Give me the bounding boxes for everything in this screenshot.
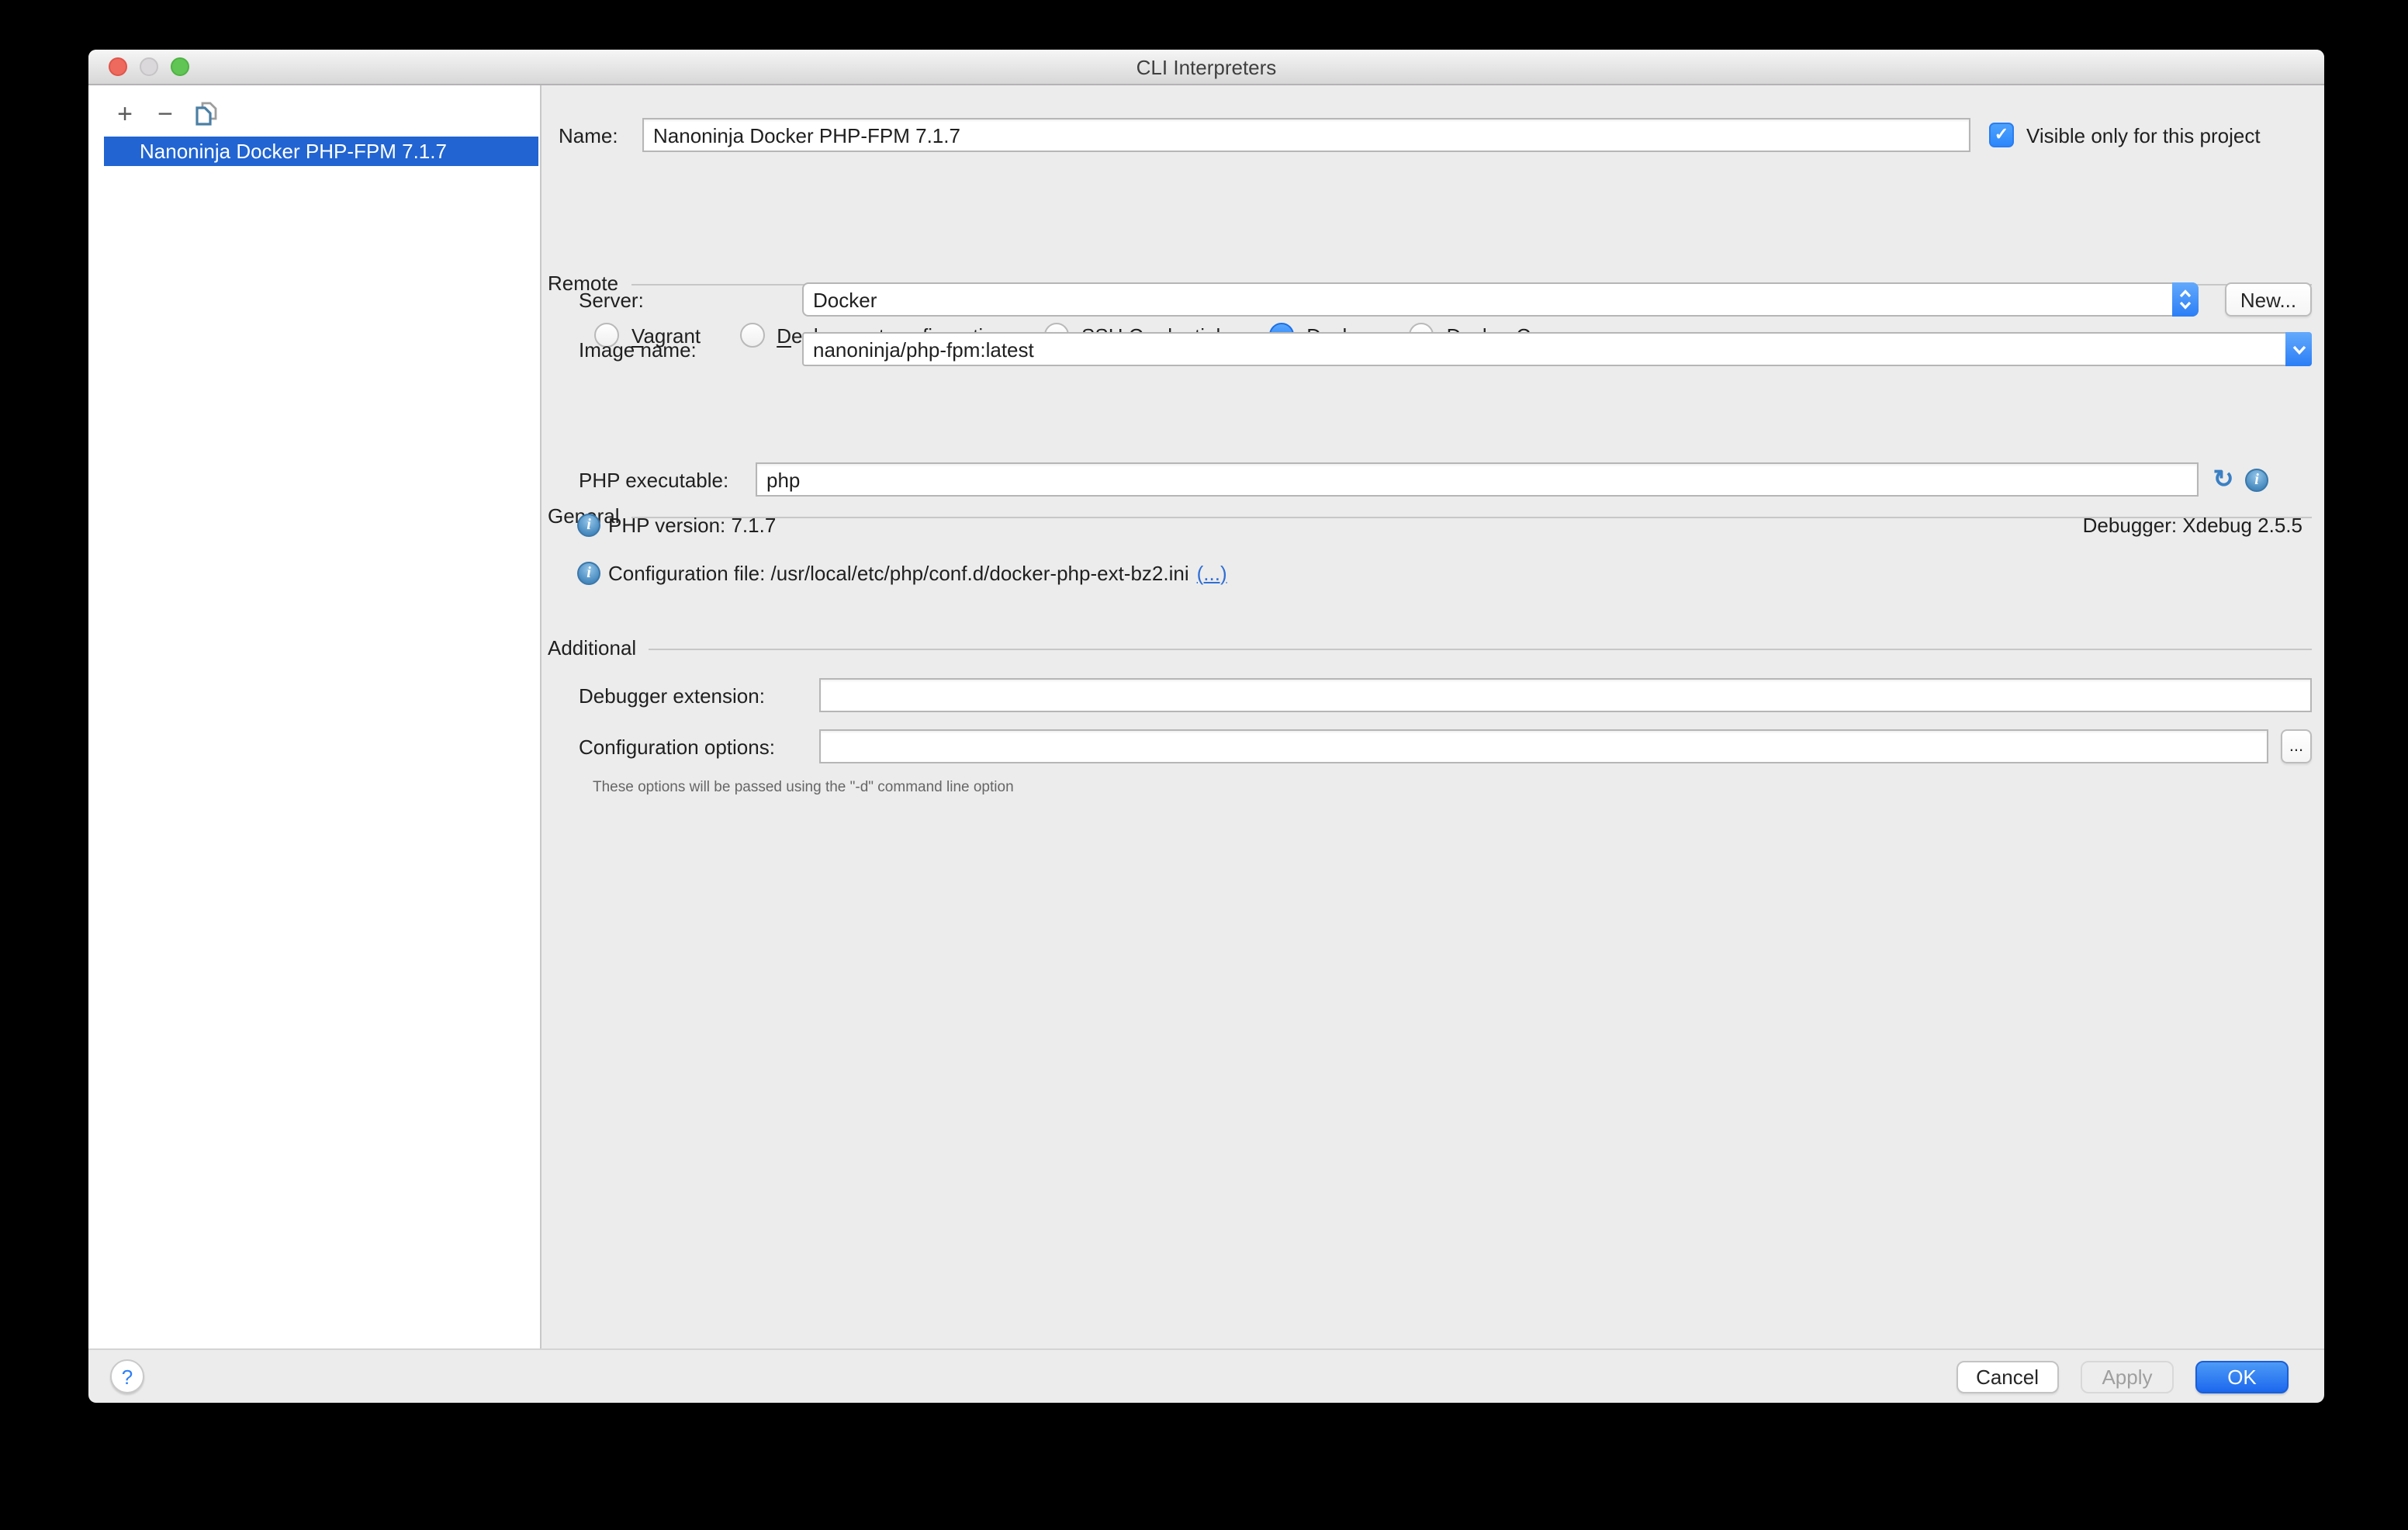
section-divider (649, 648, 2312, 649)
minimize-window-button[interactable] (140, 57, 158, 76)
zoom-window-button[interactable] (171, 57, 189, 76)
debugger-version-text: Debugger: Xdebug 2.5.5 (2083, 513, 2302, 536)
cancel-button[interactable]: Cancel (1956, 1360, 2059, 1393)
configuration-options-input[interactable] (819, 729, 2268, 763)
info-icon: i (577, 561, 600, 584)
reload-phpinfo-icon[interactable]: ↻ (2211, 468, 2236, 491)
dialog-footer: ? Cancel Apply OK (88, 1348, 2324, 1403)
interpreter-settings-panel: Name: ✓ Visible only for this project Re… (541, 85, 2324, 1350)
sidebar-toolbar: + − (112, 101, 219, 127)
add-interpreter-button[interactable]: + (112, 101, 138, 127)
server-label: Server: (579, 288, 644, 311)
ok-button[interactable]: OK (2195, 1360, 2289, 1393)
screen: CLI Interpreters + − Nanoninja Docker P (0, 0, 2408, 1530)
interpreter-info-icon[interactable]: i (2245, 468, 2268, 491)
debugger-extension-input[interactable] (819, 678, 2312, 712)
name-label: Name: (559, 123, 618, 147)
server-select[interactable]: Docker (802, 282, 2199, 317)
image-name-label: Image name: (579, 338, 697, 361)
duplicate-interpreter-icon[interactable] (192, 101, 219, 127)
chevron-down-icon[interactable] (2285, 332, 2312, 366)
debugger-extension-label: Debugger extension: (579, 684, 765, 707)
info-icon: i (577, 513, 600, 536)
configuration-options-label: Configuration options: (579, 735, 775, 758)
options-note-text: These options will be passed using the "… (593, 778, 1014, 795)
server-stepper-icon[interactable] (2172, 282, 2199, 317)
new-server-button[interactable]: New... (2225, 282, 2312, 317)
php-version-text: PHP version: 7.1.7 (608, 513, 776, 536)
titlebar[interactable]: CLI Interpreters (88, 50, 2324, 85)
additional-section-title: Additional (548, 635, 636, 659)
apply-button[interactable]: Apply (2081, 1360, 2174, 1393)
interpreter-list-item[interactable]: Nanoninja Docker PHP-FPM 7.1.7 (104, 137, 538, 166)
server-value: Docker (804, 288, 2172, 311)
configuration-file-text: Configuration file: /usr/local/etc/php/c… (608, 561, 1189, 584)
traffic-lights (109, 50, 189, 84)
visible-only-checkbox[interactable]: ✓ (1989, 123, 2014, 147)
footer-buttons: Cancel Apply OK (1956, 1360, 2324, 1393)
dialog-body: + − Nanoninja Docker PHP-FPM 7.1.7 (88, 85, 2324, 1350)
php-executable-input[interactable] (756, 462, 2199, 497)
interpreter-item-label: Nanoninja Docker PHP-FPM 7.1.7 (140, 140, 447, 163)
close-window-button[interactable] (109, 57, 127, 76)
image-name-value: nanoninja/php-fpm:latest (804, 338, 2285, 361)
browse-options-button[interactable]: ... (2281, 729, 2312, 763)
cli-interpreters-dialog: CLI Interpreters + − Nanoninja Docker P (88, 50, 2324, 1403)
help-button[interactable]: ? (110, 1359, 144, 1393)
php-executable-label: PHP executable: (579, 468, 728, 491)
interpreters-sidebar: + − Nanoninja Docker PHP-FPM 7.1.7 (88, 85, 541, 1350)
checkmark-icon: ✓ (1995, 126, 2008, 144)
name-input[interactable] (642, 118, 1970, 152)
image-name-combobox[interactable]: nanoninja/php-fpm:latest (802, 332, 2312, 366)
show-config-files-link[interactable]: (...) (1197, 561, 1227, 584)
remove-interpreter-button[interactable]: − (152, 101, 178, 127)
visible-only-label: Visible only for this project (2026, 123, 2261, 147)
window-title: CLI Interpreters (1137, 55, 1277, 78)
